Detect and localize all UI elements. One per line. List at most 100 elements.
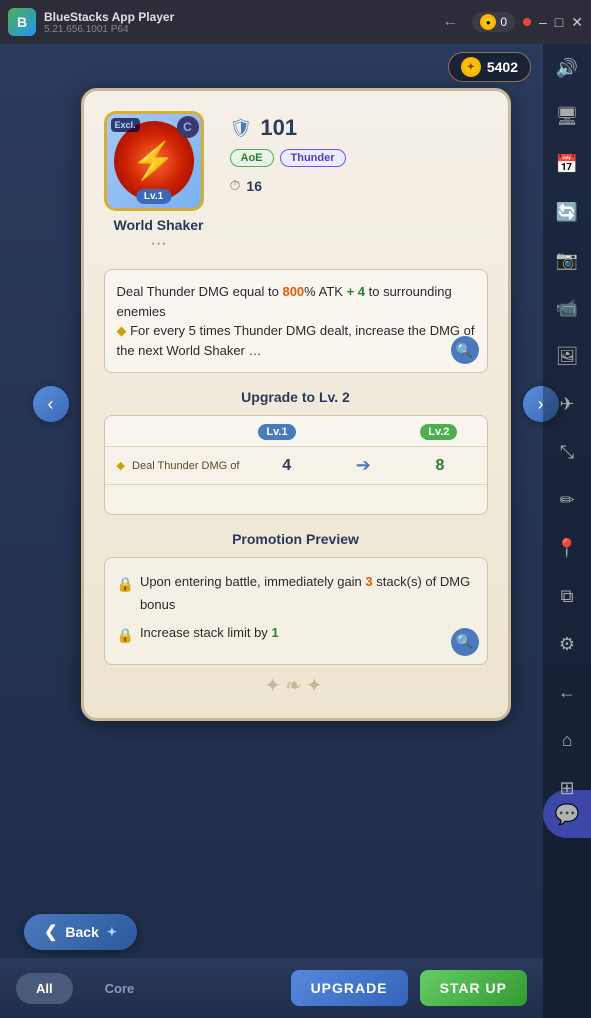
- zoom-promo-btn[interactable]: 🔍: [451, 628, 479, 656]
- timer-row: ⏱ 16: [230, 177, 488, 194]
- skill-card: Excl. C ⚡ Lv.1 World Shaker ··· 🛡 101: [81, 88, 511, 721]
- gold-amount: 5402: [487, 59, 518, 75]
- sidebar-plane-icon[interactable]: ✈: [551, 388, 583, 420]
- close-dot: [523, 18, 531, 26]
- sidebar-apps-icon[interactable]: ⊞: [551, 772, 583, 804]
- promo-val-1: 3: [365, 574, 372, 589]
- sidebar-layers-icon[interactable]: ⧉: [551, 580, 583, 612]
- card-decoration: ✦❧✦: [104, 673, 488, 698]
- sidebar-video-icon[interactable]: 📹: [551, 292, 583, 324]
- upgrade-row-label: ◆ Deal Thunder DMG of: [109, 459, 245, 472]
- c-icon: C: [177, 116, 199, 138]
- desc-text-pct-sign: % ATK: [304, 284, 346, 299]
- col-arrow-header: [325, 416, 392, 446]
- upgrade-button[interactable]: UPGRADE: [291, 970, 408, 1006]
- col-lv1: Lv.1: [229, 416, 324, 446]
- right-sidebar: 🔊 🖥 📅 🔄 📷 📹 🖼 ✈ ⤡ ✏ 📍 ⧉ ⚙ ← ⌂ ⊞: [543, 44, 591, 1018]
- gold-display: ✦ 5402: [448, 52, 531, 82]
- sidebar-camera-icon[interactable]: 📷: [551, 244, 583, 276]
- shield-icon: 🛡: [230, 118, 253, 139]
- upgrade-dots: ···: [104, 235, 214, 253]
- sidebar-volume-icon[interactable]: 🔊: [551, 52, 583, 84]
- promotion-box: 🔒 Upon entering battle, immediately gain…: [104, 557, 488, 665]
- lv1-badge: Lv.1: [258, 424, 295, 440]
- desc-plus: + 4: [347, 284, 365, 299]
- app-name: BlueStacks App Player: [44, 10, 428, 24]
- sidebar-rotate-icon[interactable]: 🔄: [551, 196, 583, 228]
- nav-left-arrow[interactable]: ‹: [33, 386, 69, 422]
- upgrade-title: Upgrade to Lv. 2: [104, 389, 488, 405]
- back-label: Back: [65, 924, 98, 940]
- tab-all[interactable]: All: [16, 973, 73, 1004]
- nav-back-btn[interactable]: ←: [436, 11, 464, 33]
- sidebar-resize-icon[interactable]: ⤡: [551, 436, 583, 468]
- promo-text-2: Increase stack limit by 1: [140, 621, 475, 644]
- game-area: ✦ 5402 ‹ › Excl. C ⚡ Lv.1 World Shaker: [0, 44, 591, 1018]
- tag-thunder: Thunder: [280, 149, 346, 167]
- upgrade-val-old: 4: [244, 457, 329, 475]
- upgrade-section: Upgrade to Lv. 2 Lv.1 Lv.2: [104, 389, 488, 515]
- titlebar-info: BlueStacks App Player 5.21.656.1001 P64: [44, 10, 428, 35]
- skill-info: 🛡 101 AoE Thunder ⏱ 16: [230, 111, 488, 253]
- description-box: Deal Thunder DMG equal to 800% ATK + 4 t…: [104, 269, 488, 373]
- upgrade-row-1: ◆ Deal Thunder DMG of 4 ➔ 8: [105, 446, 487, 484]
- bluestacks-logo: B: [8, 8, 36, 36]
- starup-button[interactable]: STAR UP: [420, 970, 527, 1006]
- titlebar: B BlueStacks App Player 5.21.656.1001 P6…: [0, 0, 591, 44]
- skill-icon-frame: Excl. C ⚡ Lv.1: [104, 111, 204, 211]
- sidebar-back-icon[interactable]: ←: [551, 676, 583, 708]
- timer-val: 16: [246, 178, 262, 194]
- skill-level-row: 🛡 101: [230, 115, 488, 141]
- sidebar-home-icon[interactable]: ⌂: [551, 724, 583, 756]
- upgrade-val-new: 8: [397, 457, 482, 475]
- promo-icon-2: 🔒: [117, 623, 134, 648]
- back-sparkle: ✦: [107, 925, 117, 939]
- app-version: 5.21.656.1001 P64: [44, 24, 428, 35]
- upgrade-header: Lv.1 Lv.2: [105, 416, 487, 446]
- timer-icon: ⏱: [230, 177, 241, 194]
- bottom-bar: All Core UPGRADE STAR UP: [0, 958, 543, 1018]
- promotion-section: Promotion Preview 🔒 Upon entering battle…: [104, 531, 488, 665]
- back-button[interactable]: ❮ Back ✦: [24, 914, 137, 950]
- card-header: Excl. C ⚡ Lv.1 World Shaker ··· 🛡 101: [104, 111, 488, 253]
- desc-text-prefix: Deal Thunder DMG equal to: [117, 284, 283, 299]
- promo-icon-1: 🔒: [117, 572, 134, 597]
- desc-line3: For every 5 times Thunder DMG dealt, inc…: [117, 323, 475, 358]
- desc-pct: 800: [282, 284, 304, 299]
- skill-level-num: 101: [260, 115, 297, 141]
- promo-val-2: 1: [271, 625, 278, 640]
- level-badge: Lv.1: [136, 189, 171, 204]
- minimize-btn[interactable]: –: [539, 14, 547, 30]
- promo-row-2: 🔒 Increase stack limit by 1: [117, 621, 475, 648]
- skill-name: World Shaker: [104, 217, 214, 233]
- promotion-title: Promotion Preview: [104, 531, 488, 547]
- maximize-btn[interactable]: □: [555, 14, 563, 30]
- card-container: ‹ › Excl. C ⚡ Lv.1 World Shaker ···: [81, 88, 511, 721]
- sidebar-location-icon[interactable]: 📍: [551, 532, 583, 564]
- gold-coin-icon: ✦: [461, 57, 481, 77]
- desc-diamond-icon: ◆: [117, 323, 131, 338]
- coin-icon: ●: [480, 14, 496, 30]
- promo-row-1: 🔒 Upon entering battle, immediately gain…: [117, 570, 475, 617]
- upgrade-row-empty: [105, 484, 487, 514]
- upgrade-arrow-icon: ➔: [329, 455, 397, 476]
- coin-count: 0: [500, 15, 507, 29]
- sidebar-settings-icon[interactable]: ⚙: [551, 628, 583, 660]
- upgrade-table: Lv.1 Lv.2 ◆ Deal Thunder DMG of 4: [104, 415, 488, 515]
- zoom-desc-btn[interactable]: 🔍: [451, 336, 479, 364]
- tab-core[interactable]: Core: [85, 973, 155, 1004]
- tag-row: AoE Thunder: [230, 149, 488, 167]
- tag-aoe: AoE: [230, 149, 274, 167]
- sidebar-calendar-icon[interactable]: 📅: [551, 148, 583, 180]
- promo-text-1: Upon entering battle, immediately gain 3…: [140, 570, 475, 617]
- lv2-badge: Lv.2: [420, 424, 457, 440]
- excl-badge: Excl.: [111, 118, 140, 132]
- back-arrow-icon: ❮: [44, 922, 57, 942]
- sidebar-display-icon[interactable]: 🖥: [551, 100, 583, 132]
- sidebar-image-icon[interactable]: 🖼: [551, 340, 583, 372]
- coin-area: ● 0: [472, 12, 515, 32]
- sidebar-edit-icon[interactable]: ✏: [551, 484, 583, 516]
- skill-icon-wrapper: Excl. C ⚡ Lv.1 World Shaker ···: [104, 111, 214, 253]
- close-btn[interactable]: ✕: [571, 14, 583, 31]
- col-lv2: Lv.2: [391, 416, 486, 446]
